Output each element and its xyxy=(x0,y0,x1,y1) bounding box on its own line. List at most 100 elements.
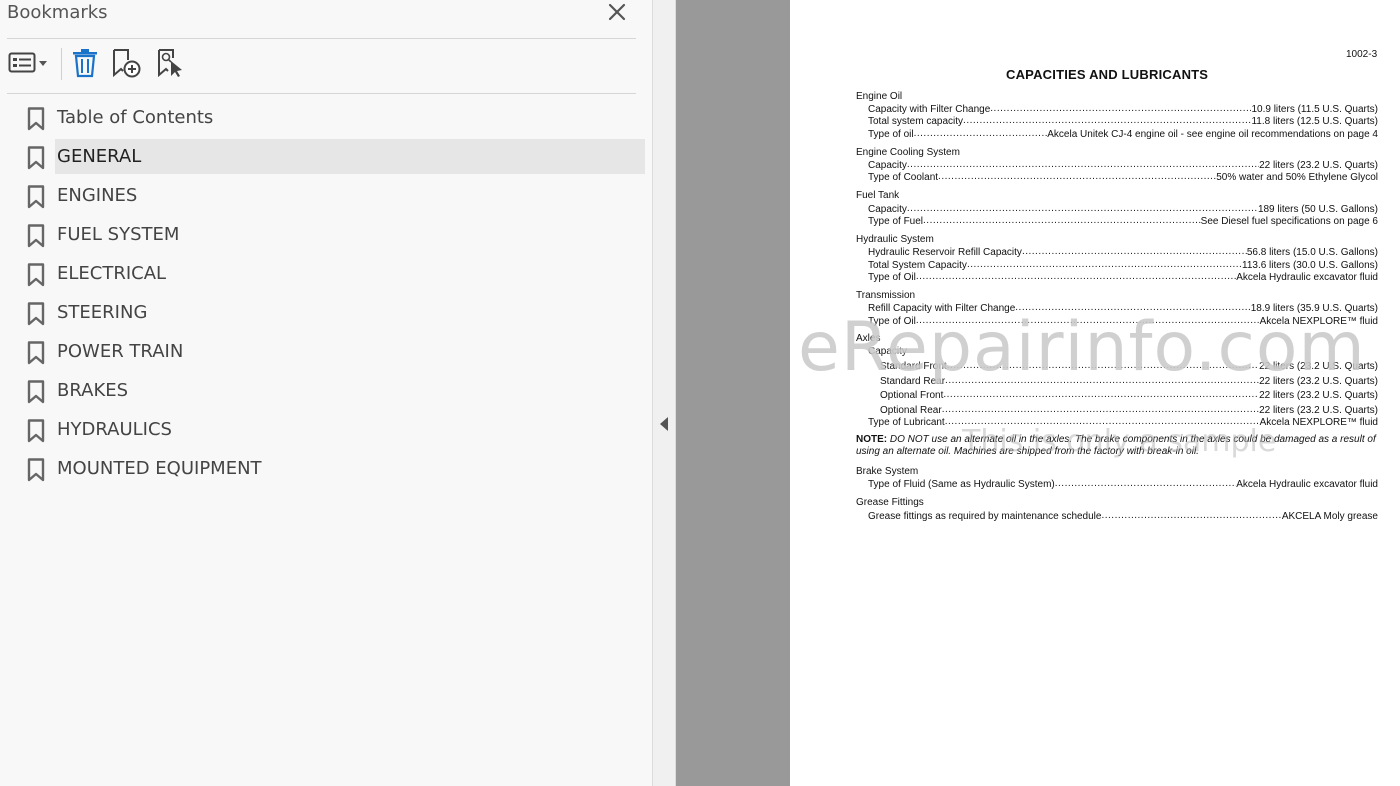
bookmark-icon xyxy=(27,380,45,404)
spec-value: AKCELA Moly grease xyxy=(1281,511,1378,522)
section-heading: Hydraulic System xyxy=(856,234,934,245)
spec-row: Capacity with Filter Change 10.9 liters (… xyxy=(868,103,1378,115)
bookmark-item[interactable]: GENERAL xyxy=(0,139,646,174)
bookmark-label: ELECTRICAL xyxy=(57,263,167,284)
spec-label: Hydraulic Reservoir Refill Capacity xyxy=(868,247,1022,258)
spec-row: Type of Coolant 50% water and 50% Ethylen… xyxy=(868,171,1378,183)
spec-label: Type of Fluid (Same as Hydraulic System) xyxy=(868,479,1055,490)
dot-leader xyxy=(923,215,1201,227)
dot-leader xyxy=(1055,478,1237,490)
spec-row: Capacity 189 liters (50 U.S. Gallons) xyxy=(868,203,1378,215)
bookmark-label: ENGINES xyxy=(57,185,138,206)
document-background xyxy=(676,0,790,786)
bookmark-icon xyxy=(27,263,45,287)
spec-row: Optional Rear 22 liters (23.2 U.S. Quarts… xyxy=(880,404,1378,416)
bookmark-icon xyxy=(27,341,45,365)
spec-label: Type of Lubricant xyxy=(868,417,945,428)
section-heading: Transmission xyxy=(856,290,916,301)
section-heading: Brake System xyxy=(856,466,919,477)
spec-value: 113.6 liters (30.0 U.S. Gallons) xyxy=(1242,260,1378,271)
divider xyxy=(7,38,636,39)
trash-icon xyxy=(71,48,99,83)
dot-leader xyxy=(942,404,1259,416)
dot-leader xyxy=(1101,510,1281,522)
bookmark-label: GENERAL xyxy=(57,146,142,167)
dot-leader xyxy=(963,115,1251,127)
dot-leader xyxy=(938,171,1216,183)
dot-leader xyxy=(907,159,1259,171)
spec-label: Capacity with Filter Change xyxy=(868,104,991,115)
section-heading: Engine Cooling System xyxy=(856,147,960,158)
section-heading: Grease Fittings xyxy=(856,497,924,508)
find-bookmark-icon xyxy=(156,48,186,83)
section-heading: Engine Oil xyxy=(856,91,903,102)
spec-label: Optional Rear xyxy=(880,405,942,416)
dot-leader xyxy=(916,271,1236,283)
spec-value: Akcela Hydraulic excavator fluid xyxy=(1236,479,1378,490)
bookmarks-panel: Bookmarks Table of Contents GENERAL ENGI… xyxy=(0,0,652,786)
spec-row: Hydraulic Reservoir Refill Capacity 56.8 … xyxy=(868,246,1378,258)
spec-label: Optional Front xyxy=(880,390,944,401)
bookmarks-toolbar xyxy=(0,44,652,86)
dot-leader xyxy=(990,103,1251,115)
collapse-panel-icon[interactable] xyxy=(660,417,668,431)
find-bookmark-button[interactable] xyxy=(156,48,186,82)
spec-label: Total system capacity xyxy=(868,116,964,127)
bookmark-item[interactable]: HYDRAULICS xyxy=(0,412,646,447)
bookmark-label: FUEL SYSTEM xyxy=(57,224,180,245)
spec-row: Total System Capacity 113.6 liters (30.0 … xyxy=(868,259,1378,271)
panel-title: Bookmarks xyxy=(7,2,108,23)
bookmark-icon xyxy=(27,302,45,326)
spec-value: 50% water and 50% Ethylene Glycol xyxy=(1216,172,1378,183)
bookmark-label: BRAKES xyxy=(57,380,129,401)
spec-label: Type of oil xyxy=(868,129,914,140)
bookmark-item[interactable]: FUEL SYSTEM xyxy=(0,217,646,252)
page-number: 1002-3 xyxy=(1346,49,1378,60)
spec-label: Grease fittings as required by maintenan… xyxy=(868,511,1102,522)
bookmark-label: MOUNTED EQUIPMENT xyxy=(57,458,262,479)
delete-bookmark-button[interactable] xyxy=(71,48,99,82)
bookmark-icon xyxy=(27,224,45,248)
bookmark-item[interactable]: POWER TRAIN xyxy=(0,334,646,369)
spec-value: 10.9 liters (11.5 U.S. Quarts) xyxy=(1251,104,1378,115)
dot-leader xyxy=(967,259,1242,271)
spec-label: Type of Oil xyxy=(868,272,916,283)
spec-row: Capacity 22 liters (23.2 U.S. Quarts) xyxy=(868,159,1378,171)
spec-value: See Diesel fuel specifications on page 6 xyxy=(1200,216,1378,227)
spec-value: Akcela Hydraulic excavator fluid xyxy=(1236,272,1378,283)
bookmark-icon xyxy=(27,419,45,443)
spec-row: Grease fittings as required by maintenan… xyxy=(868,510,1378,522)
toolbar-separator xyxy=(61,48,62,80)
spec-row: Optional Front 22 liters (23.2 U.S. Quart… xyxy=(880,389,1378,401)
bookmark-icon xyxy=(27,107,45,131)
bookmark-label: STEERING xyxy=(57,302,148,323)
bookmark-item[interactable]: ELECTRICAL xyxy=(0,256,646,291)
close-icon[interactable] xyxy=(606,1,628,23)
bookmark-item[interactable]: STEERING xyxy=(0,295,646,330)
bookmark-icon xyxy=(27,146,45,170)
bookmark-label: HYDRAULICS xyxy=(57,419,172,440)
panel-splitter[interactable] xyxy=(652,0,676,786)
bookmark-label: Table of Contents xyxy=(57,107,214,128)
spec-value: Akcela NEXPLORE™ fluid xyxy=(1259,417,1378,428)
spec-value: 22 liters (23.2 U.S. Quarts) xyxy=(1259,390,1378,401)
bookmark-icon xyxy=(27,185,45,209)
divider xyxy=(7,93,636,94)
document-page[interactable]: 1002-3 CAPACITIES AND LUBRICANTS Engine … xyxy=(790,0,1400,786)
watermark-subtitle: This is only a sample xyxy=(962,424,1277,459)
bookmark-item[interactable]: BRAKES xyxy=(0,373,646,408)
spec-value: Akcela Unitek CJ-4 engine oil - see engi… xyxy=(1047,129,1378,140)
bookmark-item[interactable]: Table of Contents xyxy=(0,100,646,135)
spec-label: Capacity xyxy=(868,160,907,171)
add-bookmark-button[interactable] xyxy=(111,48,143,82)
spec-label: Total System Capacity xyxy=(868,260,967,271)
spec-value: 22 liters (23.2 U.S. Quarts) xyxy=(1259,405,1378,416)
dot-leader xyxy=(1022,246,1247,258)
section-heading: Fuel Tank xyxy=(856,190,900,201)
bookmark-item[interactable]: ENGINES xyxy=(0,178,646,213)
spec-row: Total system capacity 11.8 liters (12.5 U… xyxy=(868,115,1378,127)
bookmark-item[interactable]: MOUNTED EQUIPMENT xyxy=(0,451,646,486)
options-button[interactable] xyxy=(8,48,52,82)
spec-row: Type of Fuel See Diesel fuel specificatio… xyxy=(868,215,1378,227)
spec-value: 189 liters (50 U.S. Gallons) xyxy=(1257,204,1378,215)
